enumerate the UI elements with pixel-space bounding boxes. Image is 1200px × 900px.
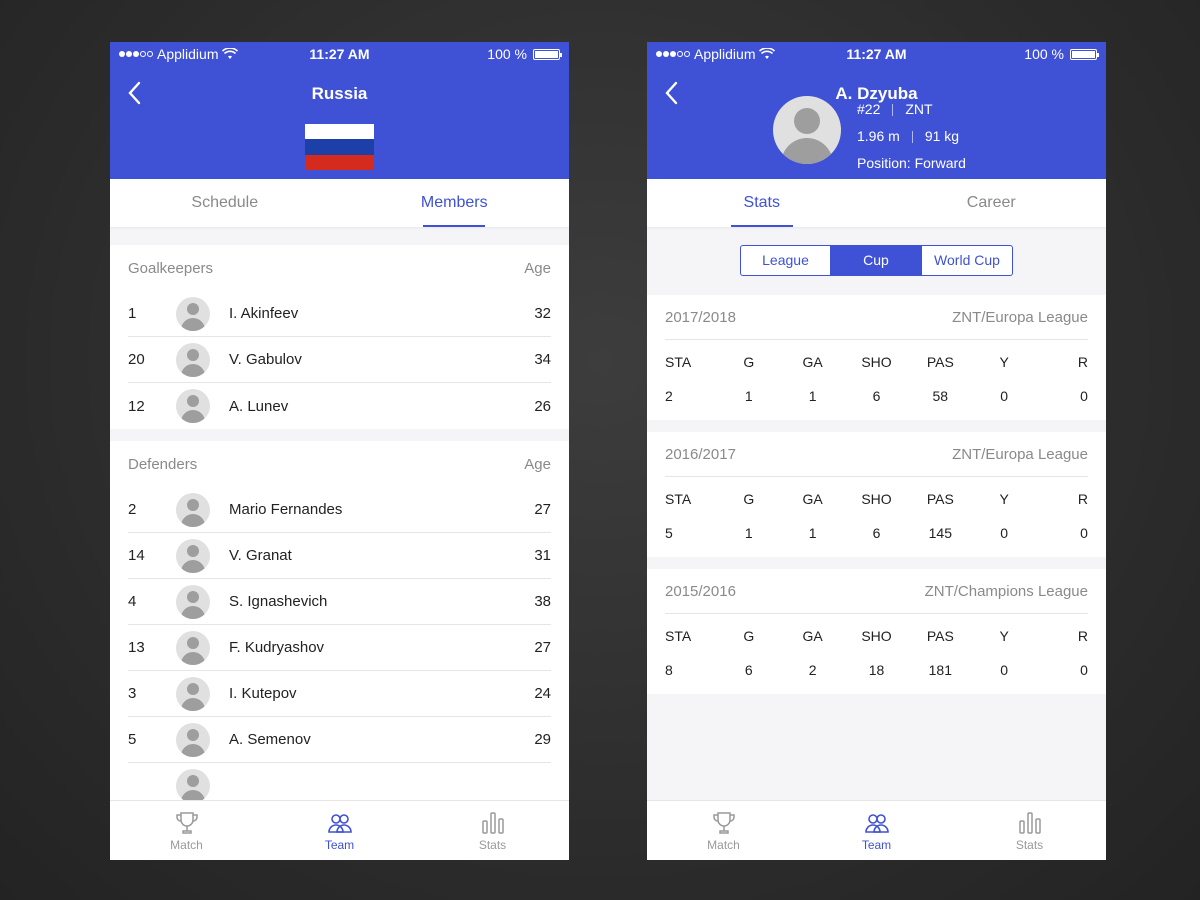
russia-flag (305, 124, 374, 170)
tab-stats[interactable]: Stats (647, 179, 877, 227)
tabbar-stats[interactable]: Stats (416, 801, 569, 860)
player-height: 1.96 m (857, 128, 900, 144)
avatar (176, 296, 210, 331)
player-tabs: Stats Career (647, 179, 1106, 227)
player-number: #22 (857, 101, 881, 117)
avatar (176, 342, 210, 377)
player-row[interactable]: 20 V. Gabulov 34 (128, 337, 551, 383)
season-card: 2015/2016 ZNT/Champions League STA 8 G6 GA… (647, 569, 1106, 694)
segment-world-cup[interactable]: World Cup (922, 245, 1013, 276)
section-title: Defenders (128, 455, 198, 473)
tab-bar: Match Team Stats (647, 800, 1106, 860)
player-team: ZNT (905, 101, 933, 117)
status-bar: Applidium 11:27 AM 100 % (647, 42, 1106, 66)
season-label: 2017/2018 (665, 308, 736, 326)
player-row[interactable]: 4 S. Ignashevich 38 (128, 579, 551, 625)
player-row[interactable]: 5 A. Semenov 29 (128, 717, 551, 763)
competition-label: ZNT/Champions League (924, 582, 1088, 600)
player-row[interactable]: 14 V. Granat 31 (128, 533, 551, 579)
trophy-icon (175, 811, 198, 834)
tab-career[interactable]: Career (877, 179, 1107, 227)
season-card: 2017/2018 ZNT/Europa League STA 2 G1 GA 1 S… (647, 295, 1106, 420)
signal-icon (119, 51, 153, 57)
player-screen: Applidium 11:27 AM 100 % A. Dzyuba #22 ZN… (647, 42, 1106, 860)
player-position: Position: Forward (857, 155, 966, 171)
segment-league[interactable]: League (740, 245, 831, 276)
carrier-label: Applidium (694, 46, 756, 62)
tab-bar: Match Team Stats (110, 800, 569, 860)
team-header: Applidium 11:27 AM 100 % Russia (110, 42, 569, 179)
team-screen: Applidium 11:27 AM 100 % Russia Schedule… (110, 42, 569, 860)
battery-icon (533, 48, 562, 60)
wifi-icon (222, 48, 239, 59)
battery-label: 100 % (1024, 46, 1064, 62)
tabbar-team[interactable]: Team (800, 801, 953, 860)
team-icon (327, 813, 352, 833)
player-info: #22 ZNT 1.96 m 91 kg Position: Forward (857, 96, 966, 177)
tabbar-match[interactable]: Match (110, 801, 263, 860)
competition-label: ZNT/Europa League (952, 445, 1088, 463)
section-title: Goalkeepers (128, 259, 214, 277)
age-header: Age (524, 455, 551, 473)
player-header: Applidium 11:27 AM 100 % A. Dzyuba #22 ZN… (647, 42, 1106, 179)
segment-cup[interactable]: Cup (831, 245, 922, 276)
avatar (176, 676, 210, 711)
player-row[interactable]: 13 F. Kudryashov 27 (128, 625, 551, 671)
player-weight: 91 kg (924, 128, 960, 144)
avatar (176, 722, 210, 757)
player-row[interactable]: 1 I. Akinfeev 32 (128, 291, 551, 337)
stats-list: 2017/2018 ZNT/Europa League STA 2 G1 GA 1 S… (647, 295, 1106, 694)
members-list: Goalkeepers Age 1 I. Akinfeev 32 20 V. Gabul… (110, 245, 569, 809)
player-row[interactable]: 12 A. Lunev 26 (128, 383, 551, 429)
competition-label: ZNT/Europa League (952, 308, 1088, 326)
team-icon (864, 813, 889, 833)
page-title: Russia (311, 84, 368, 103)
tabbar-team[interactable]: Team (263, 801, 416, 860)
battery-icon (1070, 48, 1099, 60)
player-avatar (773, 96, 841, 164)
carrier-label: Applidium (157, 46, 219, 62)
avatar (176, 584, 210, 619)
stats-icon (481, 811, 504, 834)
tabbar-stats[interactable]: Stats (953, 801, 1106, 860)
battery-label: 100 % (487, 46, 527, 62)
competition-segmented-control: League Cup World Cup (647, 245, 1106, 276)
section-defenders: Defenders Age 2 Mario Fernandes 27 14 V. Gra… (110, 441, 569, 809)
avatar (176, 492, 210, 527)
age-header: Age (524, 259, 551, 277)
season-card: 2016/2017 ZNT/Europa League STA 5 G1 GA 1 S… (647, 432, 1106, 557)
avatar (176, 769, 210, 803)
stats-icon (1018, 811, 1041, 834)
avatar (176, 538, 210, 573)
season-label: 2015/2016 (665, 582, 736, 600)
wifi-icon (759, 48, 776, 59)
tab-schedule[interactable]: Schedule (110, 179, 340, 227)
player-row[interactable]: 3 I. Kutepov 24 (128, 671, 551, 717)
status-bar: Applidium 11:27 AM 100 % (110, 42, 569, 66)
section-goalkeepers: Goalkeepers Age 1 I. Akinfeev 32 20 V. Gabul… (110, 245, 569, 429)
trophy-icon (712, 811, 735, 834)
avatar (176, 630, 210, 665)
player-row[interactable]: 2 Mario Fernandes 27 (128, 487, 551, 533)
tab-members[interactable]: Members (340, 179, 570, 227)
season-label: 2016/2017 (665, 445, 736, 463)
avatar (176, 389, 210, 423)
team-tabs: Schedule Members (110, 179, 569, 227)
signal-icon (656, 51, 690, 57)
tabbar-match[interactable]: Match (647, 801, 800, 860)
